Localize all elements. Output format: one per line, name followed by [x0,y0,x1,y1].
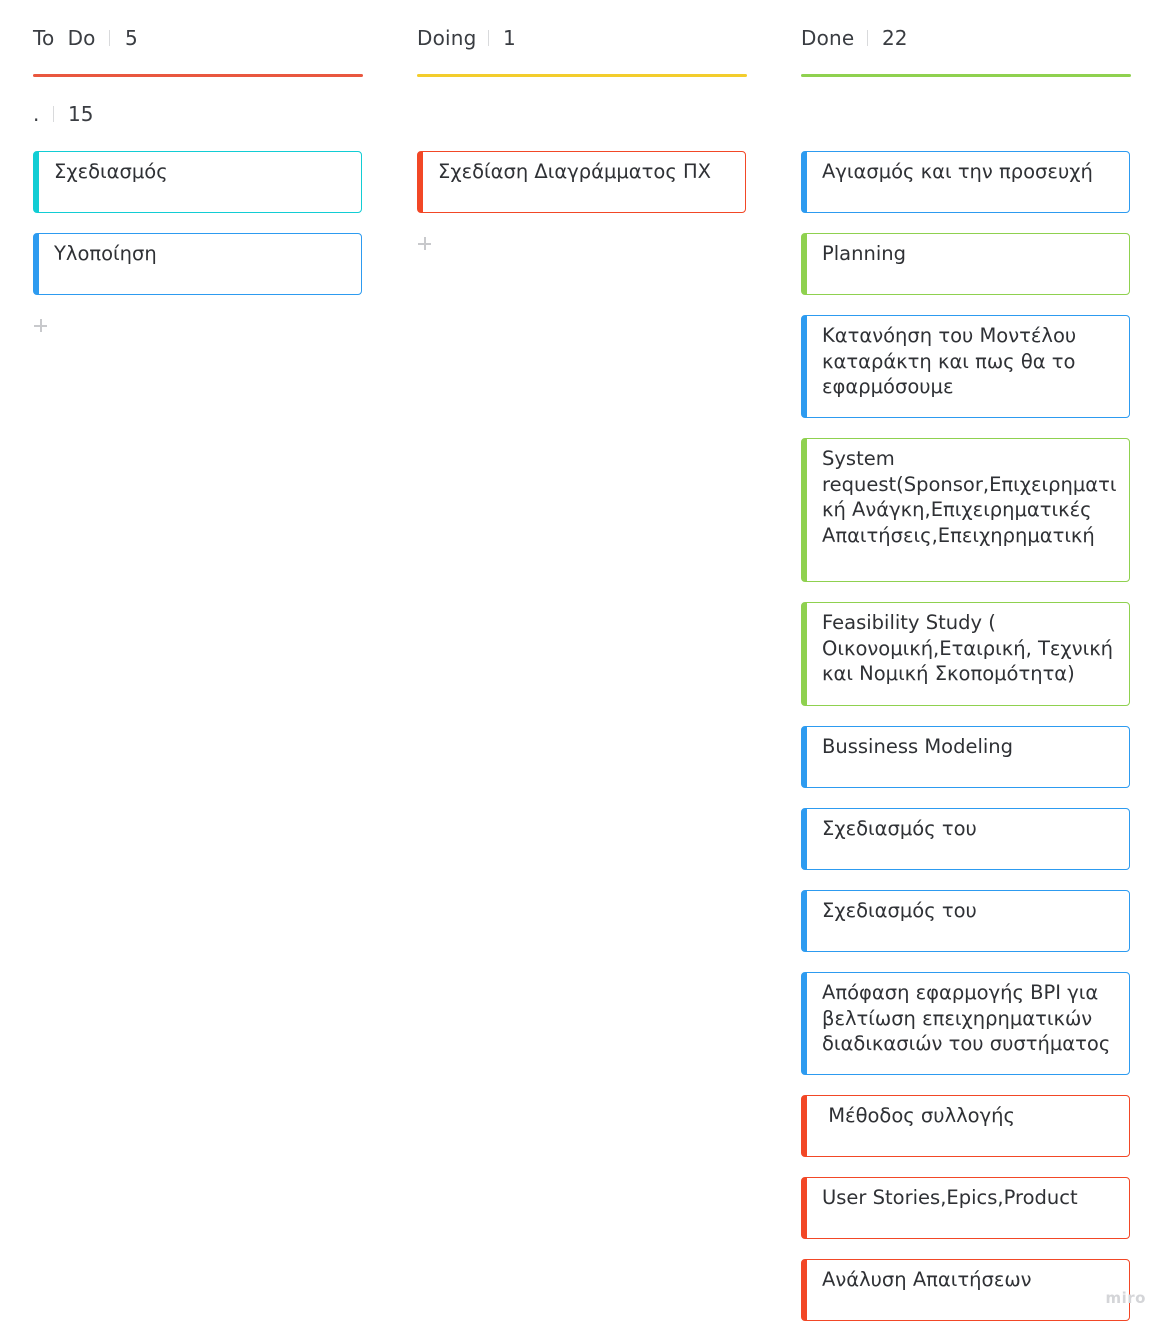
card[interactable]: Σχεδίαση Διαγράμματος ΠΧ [417,151,746,213]
card[interactable]: Μέθοδος συλλογής [801,1095,1130,1157]
column-header-doing[interactable]: Doing 1 [417,0,747,77]
card-text: User Stories,Epics,Product [822,1186,1078,1209]
card-text: Feasibility Study ( Οικονομική,Εταιρική,… [822,611,1114,685]
subgroup-divider [53,106,54,122]
column-title: Done [801,26,855,50]
subgroup-count: 15 [68,102,94,126]
column-title: Doing [417,26,477,50]
card-text: Υλοποίηση [54,242,157,265]
card[interactable]: Υλοποίηση [33,233,362,295]
card-text: Σχεδιασμός [54,160,168,183]
card-text: Κατανόηση του Μοντέλου καταράκτη και πως… [822,324,1077,398]
card[interactable]: User Stories,Epics,Product [801,1177,1130,1239]
card[interactable]: Feasibility Study ( Οικονομική,Εταιρική,… [801,602,1130,706]
card[interactable]: Planning [801,233,1130,295]
header-divider [109,30,110,46]
card[interactable]: Κατανόηση του Μοντέλου καταράκτη και πως… [801,315,1130,418]
column-header-todo[interactable]: To Do 5 [33,0,363,77]
card[interactable]: Bussiness Modeling [801,726,1130,788]
miro-watermark-logo: miro [1105,1289,1146,1307]
subgroup-label: . [33,102,40,126]
card[interactable]: Απόφαση εφαρμογής BPI για βελτίωση επειχ… [801,972,1130,1075]
column-done: Done 22 Αγιασμός και την προσευχή Planni… [801,0,1131,1321]
card-text: Σχεδιασμός του [822,817,977,840]
card[interactable]: Σχεδιασμός του [801,808,1130,870]
card-text: Bussiness Modeling [822,735,1014,758]
header-divider [488,30,489,46]
card-text: Σχεδιασμός του [822,899,977,922]
header-divider [867,30,868,46]
column-todo: To Do 5 . 15 Σχεδιασμός Υλοποίηση [33,0,363,332]
column-count: 22 [882,26,908,50]
column-underline [801,74,1131,77]
card[interactable]: Αγιασμός και την προσευχή [801,151,1130,213]
card[interactable]: System request(Sponsor,Επιχειρηματική Αν… [801,438,1130,582]
column-underline [417,74,747,77]
card-text: System request(Sponsor,Επιχειρηματική Αν… [822,447,1117,547]
card-text: Μέθοδος συλλογής [822,1104,1015,1127]
card-text: Planning [822,242,906,265]
kanban-board: To Do 5 . 15 Σχεδιασμός Υλοποίηση Doing … [0,0,1173,1331]
card-text: Σχεδίαση Διαγράμματος ΠΧ [438,160,711,183]
column-underline [33,74,363,77]
column-count: 5 [125,26,138,50]
subgroup-header[interactable]: . 15 [33,100,233,128]
column-title: To Do [33,26,96,50]
column-doing: Doing 1 Σχεδίαση Διαγράμματος ΠΧ [417,0,747,250]
card-text: Απόφαση εφαρμογής BPI για βελτίωση επειχ… [822,981,1111,1055]
column-header-done[interactable]: Done 22 [801,0,1131,77]
card[interactable]: Σχεδιασμός του [801,890,1130,952]
card-text: Ανάλυση Απαιτήσεων [822,1268,1032,1291]
add-card-plus-icon[interactable] [33,318,49,334]
card[interactable]: Σχεδιασμός [33,151,362,213]
card[interactable]: Ανάλυση Απαιτήσεων [801,1259,1130,1321]
column-count: 1 [503,26,516,50]
card-text: Αγιασμός και την προσευχή [822,160,1093,183]
add-card-plus-icon[interactable] [417,236,433,252]
